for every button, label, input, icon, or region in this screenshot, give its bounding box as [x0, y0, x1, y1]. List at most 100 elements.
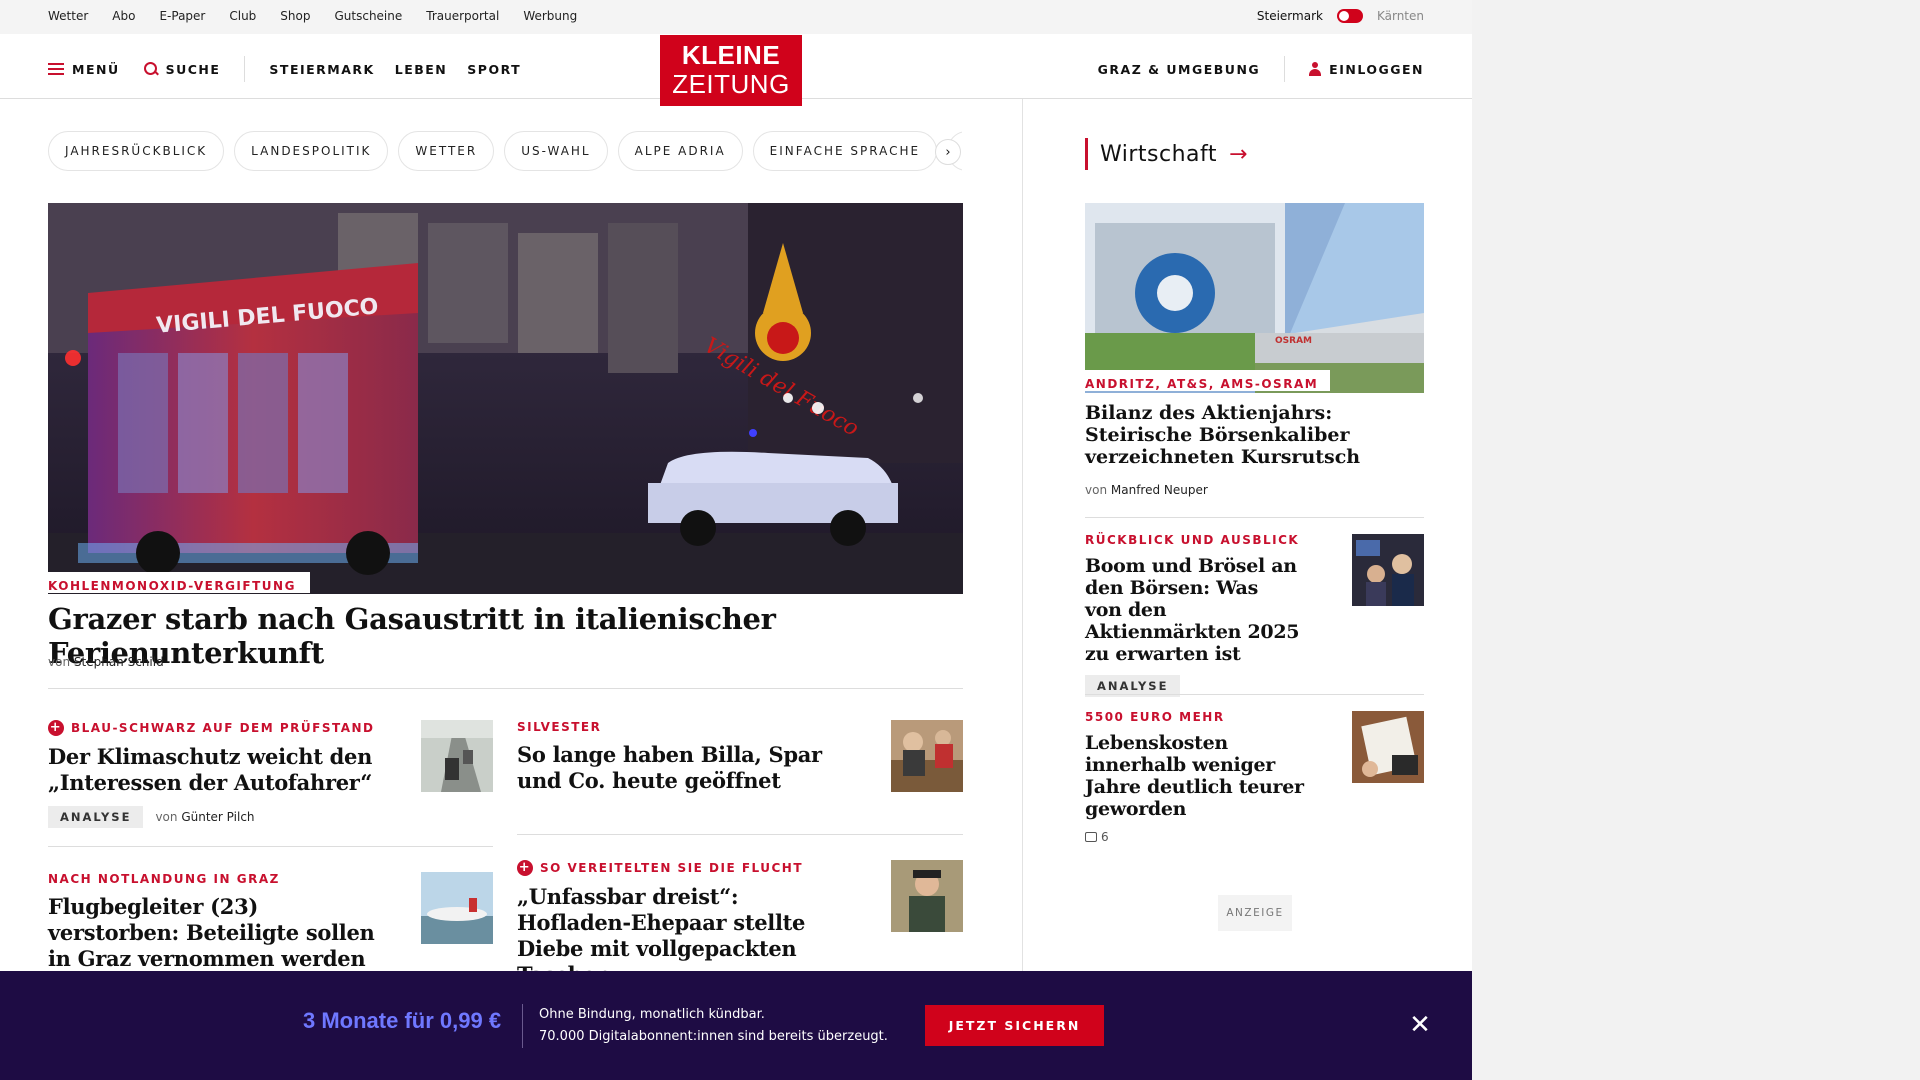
teaser-title[interactable]: So lange haben Billa, Spar und Co. heute… — [517, 742, 837, 794]
teaser-author[interactable]: Günter Pilch — [181, 810, 254, 824]
teaser-kicker-text: BLAU-SCHWARZ AUF DEM PRÜFSTAND — [71, 721, 375, 735]
utility-link-werbung[interactable]: Werbung — [523, 9, 577, 23]
teaser-flugbegleiter[interactable]: NACH NOTLANDUNG IN GRAZ Flugbegleiter (2… — [48, 872, 378, 972]
sidebar-thumb-bills[interactable] — [1352, 711, 1424, 783]
teaser-title[interactable]: Lebenskosten innerhalb weniger Jahre deu… — [1085, 732, 1310, 820]
traffic-photo — [421, 720, 493, 792]
teaser-hofladen[interactable]: + SO VEREITELTEN SIE DIE FLUCHT „Unfassb… — [517, 860, 857, 988]
bills-photo — [1352, 711, 1424, 783]
nav-steiermark[interactable]: STEIERMARK — [269, 62, 374, 77]
banner-offer: 3 Monate für 0,99 € — [303, 1008, 502, 1033]
utility-link-club[interactable]: Club — [229, 9, 256, 23]
hero-fire-truck-photo: VIGILI DEL FUOCO Vigili del Fuoco — [48, 203, 963, 594]
region-link-graz[interactable]: GRAZ & UMGEBUNG — [1098, 62, 1261, 77]
sidebar-thumb-traders[interactable] — [1352, 534, 1424, 606]
tag-alpe-adria[interactable]: ALPE ADRIA — [617, 131, 743, 171]
hero-kicker[interactable]: KOHLENMONOXID-VERGIFTUNG — [48, 572, 310, 593]
logo-line1: KLEINE — [681, 40, 781, 70]
plus-icon: + — [517, 860, 533, 876]
business-buildings-photo: OSRAM — [1085, 203, 1424, 393]
region-steiermark[interactable]: Steiermark — [1257, 9, 1323, 23]
plus-icon: + — [48, 720, 64, 736]
ad-label: ANZEIGE — [1218, 895, 1292, 931]
tags-next-button[interactable]: › — [935, 139, 961, 165]
menu-label: MENÜ — [72, 61, 120, 77]
section-accent-bar — [1085, 138, 1088, 170]
nav-leben[interactable]: LEBEN — [395, 62, 448, 77]
column-divider — [1022, 99, 1023, 1080]
hero-headline[interactable]: Grazer starb nach Gasaustritt in italien… — [48, 602, 963, 670]
topic-tags: JAHRESRÜCKBLICK LANDESPOLITIK WETTER US-… — [48, 131, 962, 171]
teaser-title[interactable]: Flugbegleiter (23) verstorben: Beteiligt… — [48, 894, 378, 972]
region-toggle[interactable] — [1336, 9, 1363, 23]
sidebar-teaser-boersen[interactable]: RÜCKBLICK UND AUSBLICK Boom und Brösel a… — [1085, 533, 1300, 697]
teaser-thumb-supermarket[interactable] — [891, 720, 963, 792]
teaser-thumb-farmer[interactable] — [891, 860, 963, 932]
login-button[interactable]: EINLOGGEN — [1309, 62, 1424, 77]
sidebar-divider-2 — [1085, 694, 1424, 695]
utility-link-epaper[interactable]: E-Paper — [159, 9, 205, 23]
section-wirtschaft[interactable]: Wirtschaft → — [1085, 138, 1247, 170]
subscription-banner: 3 Monate für 0,99 € Ohne Bindung, monatl… — [0, 971, 1472, 1080]
chevron-right-icon: › — [945, 144, 951, 160]
banner-description: Ohne Bindung, monatlich kündbar. 70.000 … — [539, 1004, 888, 1048]
utility-link-wetter[interactable]: Wetter — [48, 9, 88, 23]
close-icon[interactable]: ✕ — [1406, 1011, 1434, 1039]
search-button[interactable]: SUCHE — [143, 61, 221, 77]
teaser-kicker: SILVESTER — [517, 720, 602, 734]
utility-link-gutscheine[interactable]: Gutscheine — [334, 9, 402, 23]
arrow-right-icon: → — [1229, 141, 1248, 167]
teaser-kicker: + BLAU-SCHWARZ AUF DEM PRÜFSTAND — [48, 720, 388, 736]
header-divider-right — [1284, 56, 1286, 82]
tag-landespolitik[interactable]: LANDESPOLITIK — [234, 131, 389, 171]
header-right: GRAZ & UMGEBUNG EINLOGGEN — [1098, 56, 1424, 82]
search-label: SUCHE — [165, 61, 221, 77]
nav-sport[interactable]: SPORT — [467, 62, 521, 77]
teaser-silvester[interactable]: SILVESTER So lange haben Billa, Spar und… — [517, 720, 837, 794]
hero-image[interactable]: VIGILI DEL FUOCO Vigili del Fuoco — [48, 203, 963, 594]
teaser-title[interactable]: Boom und Brösel an den Börsen: Was von d… — [1085, 555, 1300, 665]
byline-prefix: von — [155, 810, 178, 824]
byline-prefix: von — [48, 655, 71, 669]
hero-author[interactable]: Stephan Schild — [74, 655, 164, 669]
kleine-zeitung-logo[interactable]: KLEINE ZEITUNG — [660, 35, 802, 106]
region-kaernten[interactable]: Kärnten — [1377, 9, 1424, 23]
teaser-thumb-airplane[interactable] — [421, 872, 493, 944]
menu-button[interactable]: MENÜ — [48, 62, 120, 77]
utility-link-trauerportal[interactable]: Trauerportal — [426, 9, 499, 23]
teaser-title[interactable]: Der Klimaschutz weicht den „Interessen d… — [48, 744, 388, 796]
tag-us-wahl[interactable]: US-WAHL — [504, 131, 608, 171]
sidebar-lead-title[interactable]: Bilanz des Aktienjahrs: Steirische Börse… — [1085, 402, 1424, 468]
analyse-badge: ANALYSE — [48, 806, 144, 828]
comment-count[interactable]: 6 — [1085, 830, 1310, 844]
teaser-klimaschutz[interactable]: + BLAU-SCHWARZ AUF DEM PRÜFSTAND Der Kli… — [48, 720, 388, 828]
teaser-kicker-text: SO VEREITELTEN SIE DIE FLUCHT — [540, 861, 804, 875]
sidebar-lead-kicker[interactable]: ANDRITZ, AT&S, AMS-OSRAM — [1085, 370, 1331, 391]
header-divider — [244, 56, 246, 82]
utility-links: Wetter Abo E-Paper Club Shop Gutscheine … — [48, 9, 577, 23]
subscribe-button[interactable]: JETZT SICHERN — [925, 1005, 1104, 1046]
sidebar-teaser-lebenskosten[interactable]: 5500 EURO MEHR Lebenskosten innerhalb we… — [1085, 710, 1310, 844]
farmer-photo — [891, 860, 963, 932]
user-icon — [1309, 62, 1322, 76]
header-nav: STEIERMARK LEBEN SPORT — [269, 62, 521, 77]
utility-link-abo[interactable]: Abo — [112, 9, 135, 23]
teaser-divider-right — [517, 834, 963, 835]
tag-einfache-sprache[interactable]: EINFACHE SPRACHE — [752, 131, 938, 171]
sidebar-lead-author[interactable]: Manfred Neuper — [1111, 483, 1208, 497]
teaser-meta: ANALYSE von Günter Pilch — [48, 806, 388, 828]
teaser-thumb-traffic[interactable] — [421, 720, 493, 792]
hero-byline: von Stephan Schild — [48, 655, 164, 669]
sidebar-lead-byline: von Manfred Neuper — [1085, 483, 1208, 497]
teaser-kicker: + SO VEREITELTEN SIE DIE FLUCHT — [517, 860, 857, 876]
banner-divider — [522, 1004, 523, 1048]
sidebar-lead-image[interactable]: OSRAM — [1085, 203, 1424, 393]
banner-line-2: 70.000 Digitalabonnent:innen sind bereit… — [539, 1029, 888, 1044]
header-left: MENÜ SUCHE STEIERMARK LEBEN SPORT — [48, 56, 521, 82]
traders-photo — [1352, 534, 1424, 606]
utility-link-shop[interactable]: Shop — [280, 9, 310, 23]
hero-divider — [48, 688, 963, 689]
tag-jahresrueckblick[interactable]: JAHRESRÜCKBLICK — [48, 131, 225, 171]
tag-wetter[interactable]: WETTER — [398, 131, 495, 171]
utility-bar: Wetter Abo E-Paper Club Shop Gutscheine … — [0, 0, 1472, 34]
